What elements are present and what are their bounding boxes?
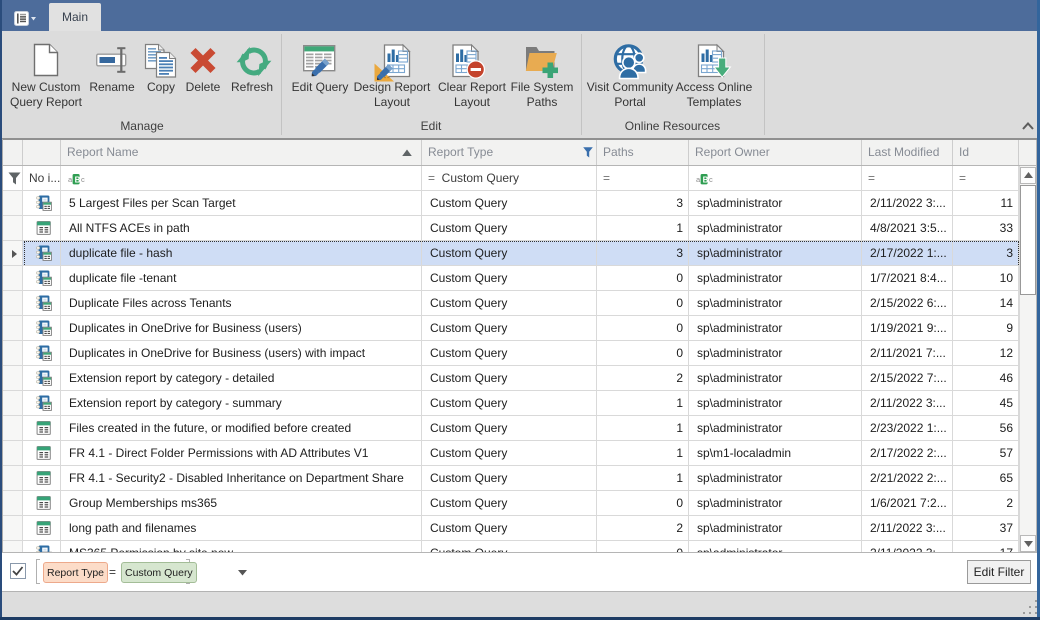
svg-text:a: a bbox=[696, 175, 701, 184]
svg-text:a: a bbox=[68, 175, 73, 184]
svg-text:B: B bbox=[75, 175, 81, 184]
svg-text:c: c bbox=[81, 175, 85, 184]
svg-text:B: B bbox=[703, 175, 709, 184]
svg-text:c: c bbox=[709, 175, 713, 184]
